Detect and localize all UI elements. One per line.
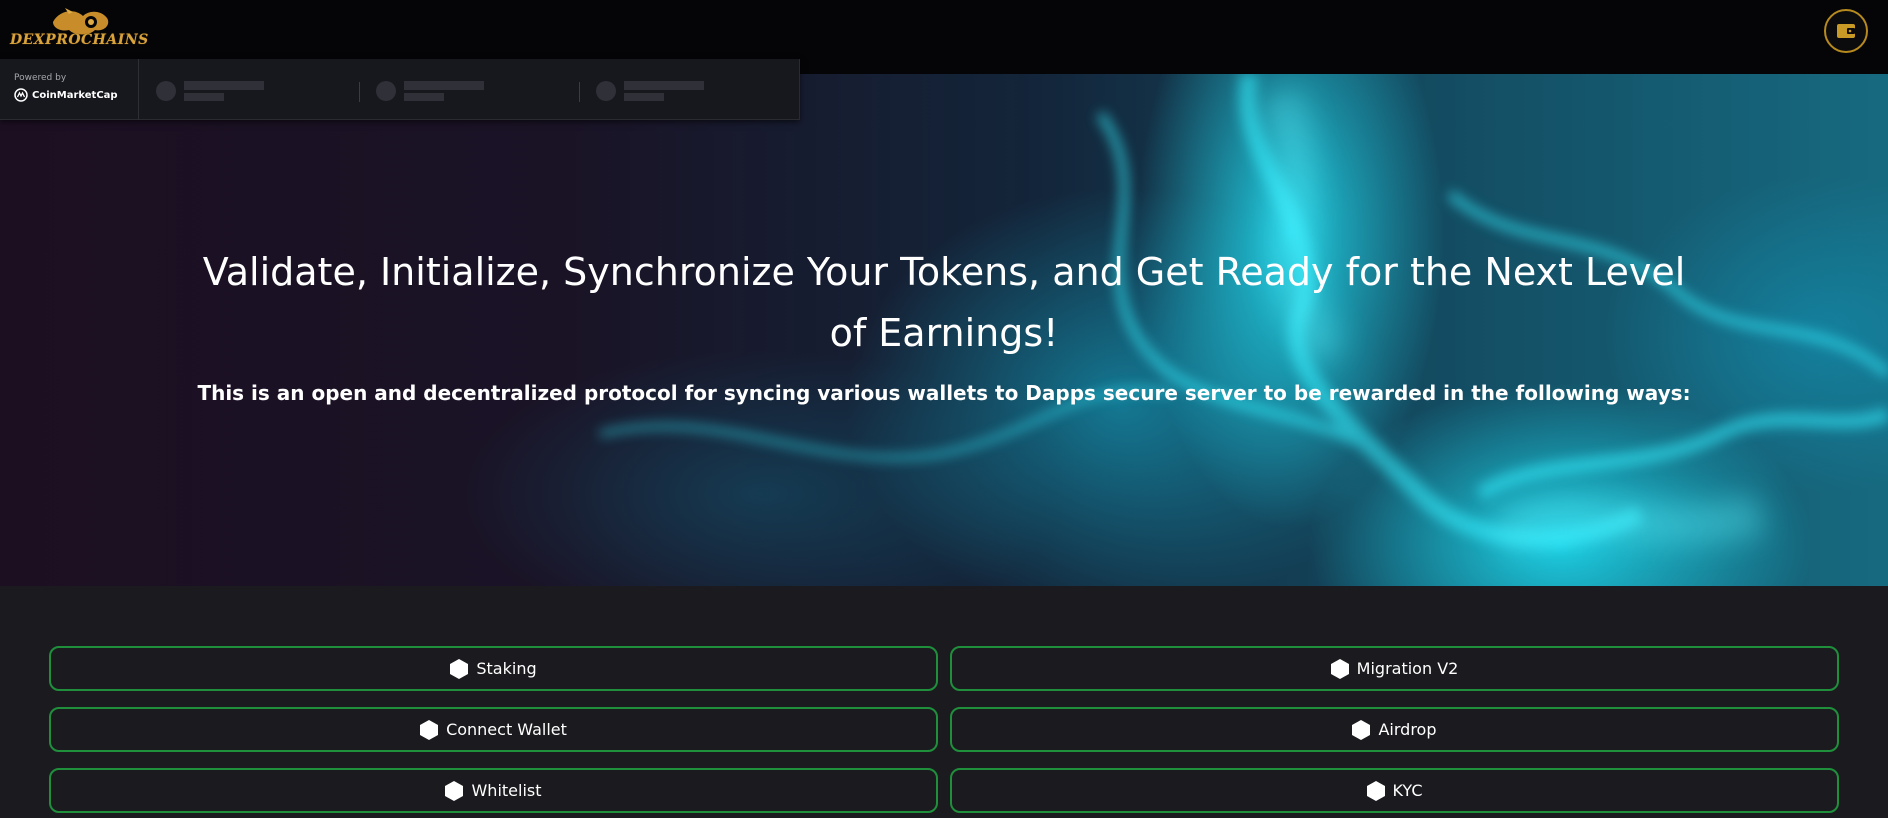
coinmarketcap-icon	[14, 88, 28, 102]
hexagon-icon	[1330, 658, 1349, 679]
option-label: KYC	[1392, 781, 1423, 800]
coinmarketcap-label: CoinMarketCap	[32, 89, 118, 101]
connect-wallet-button[interactable]: Connect Wallet	[49, 707, 938, 752]
option-label: Whitelist	[471, 781, 542, 800]
hexagon-icon	[1352, 719, 1371, 740]
coin-price-placeholder	[624, 93, 664, 101]
ticker-divider	[359, 82, 360, 102]
staking-button[interactable]: Staking	[49, 646, 938, 691]
coin-price-placeholder	[184, 93, 224, 101]
kyc-button[interactable]: KYC	[950, 768, 1839, 813]
option-label: Connect Wallet	[446, 720, 567, 739]
site-logo[interactable]: DEXPROCHAINS	[10, 8, 160, 52]
migration-v2-button[interactable]: Migration V2	[950, 646, 1839, 691]
coin-name-placeholder	[624, 81, 704, 90]
wallet-button[interactable]	[1824, 9, 1868, 53]
coin-name-placeholder	[404, 81, 484, 90]
powered-by-badge[interactable]: Powered by CoinMarketCap	[0, 59, 139, 120]
coin-icon-placeholder	[156, 81, 176, 101]
hexagon-icon	[1366, 780, 1385, 801]
powered-by-label: Powered by	[14, 73, 67, 83]
airdrop-button[interactable]: Airdrop	[950, 707, 1839, 752]
ticker-divider	[579, 82, 580, 102]
coin-icon-placeholder	[596, 81, 616, 101]
hexagon-icon	[450, 658, 469, 679]
reward-options-grid: Staking Migration V2 Connect Wallet Aird…	[0, 586, 1888, 818]
hero-title: Validate, Initialize, Synchronize Your T…	[202, 250, 1686, 355]
hexagon-icon	[420, 719, 439, 740]
option-label: Staking	[476, 659, 537, 678]
hero-banner: Validate, Initialize, Synchronize Your T…	[0, 74, 1888, 586]
option-label: Migration V2	[1356, 659, 1459, 678]
logo-text: DEXPROCHAINS	[10, 32, 149, 48]
whitelist-button[interactable]: Whitelist	[49, 768, 938, 813]
option-label: Airdrop	[1378, 720, 1437, 739]
coinmarketcap-brand: CoinMarketCap	[14, 88, 138, 102]
hexagon-icon	[445, 780, 464, 801]
coin-name-placeholder	[184, 81, 264, 90]
wallet-icon	[1837, 24, 1855, 38]
coin-price-placeholder	[404, 93, 444, 101]
coin-icon-placeholder	[376, 81, 396, 101]
price-ticker-widget: Powered by CoinMarketCap	[0, 59, 800, 120]
hero-subtitle: This is an open and decentralized protoc…	[197, 381, 1691, 405]
